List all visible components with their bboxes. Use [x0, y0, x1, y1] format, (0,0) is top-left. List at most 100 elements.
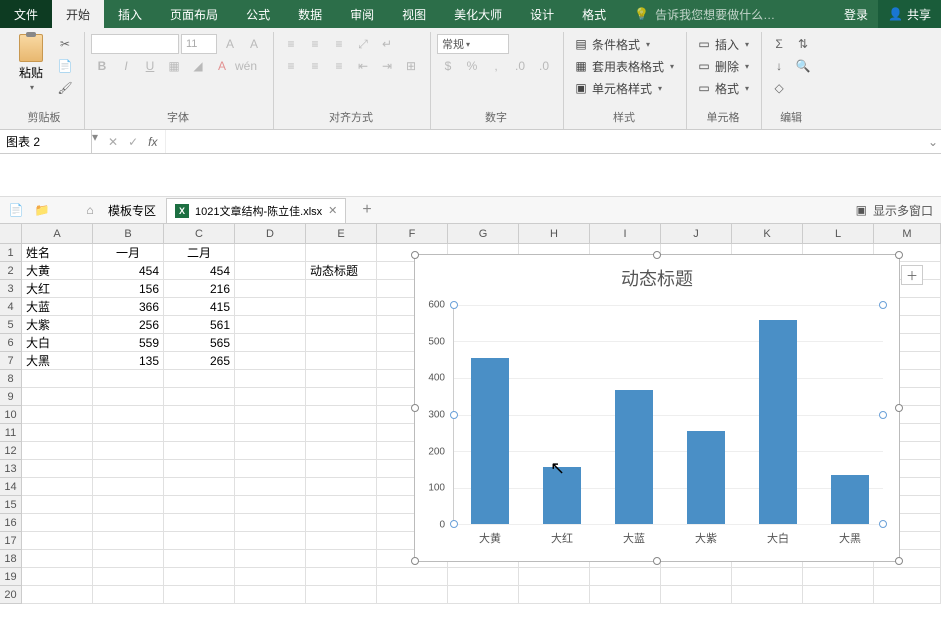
number-format-combo[interactable]: 常规▾	[437, 34, 509, 54]
align-right-button[interactable]: ≡	[328, 56, 350, 76]
cell[interactable]	[306, 388, 377, 406]
row-header[interactable]: 10	[0, 406, 22, 424]
cell[interactable]	[306, 568, 377, 586]
decrease-decimal-button[interactable]: .0	[533, 56, 555, 76]
row-header[interactable]: 4	[0, 298, 22, 316]
find-button[interactable]: 🔍	[792, 56, 814, 76]
cell[interactable]	[377, 568, 448, 586]
cell[interactable]	[22, 370, 93, 388]
cell[interactable]	[93, 496, 164, 514]
chart-bar[interactable]	[759, 320, 797, 524]
increase-font-button[interactable]: A	[219, 34, 241, 54]
cell[interactable]	[93, 568, 164, 586]
tab-insert[interactable]: 插入	[104, 0, 156, 28]
cell[interactable]	[732, 586, 803, 604]
cell[interactable]	[22, 388, 93, 406]
fill-button[interactable]: ↓	[768, 56, 790, 76]
templates-tab[interactable]: 模板专区	[108, 202, 156, 219]
format-cells-button[interactable]: ▭格式▾	[693, 78, 753, 98]
cell[interactable]	[235, 334, 306, 352]
cell[interactable]	[235, 442, 306, 460]
border-button[interactable]: ▦	[163, 56, 185, 76]
autosum-button[interactable]: Σ	[768, 34, 790, 54]
cell[interactable]	[235, 406, 306, 424]
cell[interactable]: 415	[164, 298, 235, 316]
cell[interactable]	[306, 334, 377, 352]
cell[interactable]	[732, 568, 803, 586]
paste-button[interactable]: 粘贴 ▾	[12, 34, 50, 92]
cell[interactable]: 256	[93, 316, 164, 334]
cell[interactable]	[235, 316, 306, 334]
row-header[interactable]: 6	[0, 334, 22, 352]
cell[interactable]	[22, 568, 93, 586]
cell[interactable]	[93, 586, 164, 604]
cell[interactable]	[235, 514, 306, 532]
insert-cells-button[interactable]: ▭插入▾	[693, 34, 753, 54]
chart-object[interactable]: 动态标题 0100200300400500600 大黄大红大蓝大紫大白大黑 ＋	[414, 254, 900, 562]
close-tab-button[interactable]: ✕	[328, 204, 337, 217]
currency-button[interactable]: $	[437, 56, 459, 76]
cell[interactable]: 454	[93, 262, 164, 280]
cell[interactable]	[235, 586, 306, 604]
row-header[interactable]: 16	[0, 514, 22, 532]
cell[interactable]: 大紫	[22, 316, 93, 334]
cell[interactable]	[93, 478, 164, 496]
cell[interactable]	[519, 568, 590, 586]
cell[interactable]	[235, 262, 306, 280]
align-left-button[interactable]: ≡	[280, 56, 302, 76]
cell[interactable]	[164, 370, 235, 388]
cell[interactable]	[306, 280, 377, 298]
fill-color-button[interactable]: ◢	[187, 56, 209, 76]
cell[interactable]: 156	[93, 280, 164, 298]
cell[interactable]	[661, 568, 732, 586]
cell[interactable]	[306, 424, 377, 442]
chart-elements-button[interactable]: ＋	[901, 265, 923, 285]
plot-resize-handle[interactable]	[879, 520, 887, 528]
tab-page-layout[interactable]: 页面布局	[156, 0, 232, 28]
increase-indent-button[interactable]: ⇥	[376, 56, 398, 76]
align-top-button[interactable]: ≡	[280, 34, 302, 54]
cell[interactable]	[306, 298, 377, 316]
name-box-dropdown[interactable]: ▾	[92, 130, 100, 153]
column-header[interactable]: L	[803, 224, 874, 243]
cell[interactable]	[22, 442, 93, 460]
share-button[interactable]: 👤 共享	[878, 0, 941, 28]
cell[interactable]	[164, 586, 235, 604]
increase-decimal-button[interactable]: .0	[509, 56, 531, 76]
cell[interactable]	[93, 424, 164, 442]
italic-button[interactable]: I	[115, 56, 137, 76]
plot-resize-handle[interactable]	[879, 411, 887, 419]
cell[interactable]	[22, 532, 93, 550]
cell[interactable]	[235, 424, 306, 442]
cell[interactable]	[93, 406, 164, 424]
tab-format[interactable]: 格式	[568, 0, 620, 28]
row-header[interactable]: 13	[0, 460, 22, 478]
login-button[interactable]: 登录	[834, 0, 878, 28]
cell[interactable]	[306, 370, 377, 388]
cell[interactable]	[306, 460, 377, 478]
orientation-button[interactable]: ⤢	[352, 34, 374, 54]
row-header[interactable]: 19	[0, 568, 22, 586]
cell[interactable]	[306, 244, 377, 262]
row-header[interactable]: 15	[0, 496, 22, 514]
cell[interactable]: 565	[164, 334, 235, 352]
tab-review[interactable]: 审阅	[336, 0, 388, 28]
cell[interactable]	[164, 550, 235, 568]
comma-button[interactable]: ,	[485, 56, 507, 76]
plot-resize-handle[interactable]	[879, 301, 887, 309]
cell[interactable]: 大黄	[22, 262, 93, 280]
row-header[interactable]: 3	[0, 280, 22, 298]
cell[interactable]: 大蓝	[22, 298, 93, 316]
formula-input[interactable]	[166, 130, 925, 153]
cell[interactable]	[306, 442, 377, 460]
cell[interactable]	[306, 316, 377, 334]
row-header[interactable]: 20	[0, 586, 22, 604]
row-header[interactable]: 5	[0, 316, 22, 334]
tab-design[interactable]: 设计	[516, 0, 568, 28]
cell[interactable]	[235, 496, 306, 514]
cell[interactable]: 大白	[22, 334, 93, 352]
clear-button[interactable]: ◇	[768, 78, 790, 98]
cell[interactable]	[235, 388, 306, 406]
row-header[interactable]: 1	[0, 244, 22, 262]
cell[interactable]	[93, 550, 164, 568]
